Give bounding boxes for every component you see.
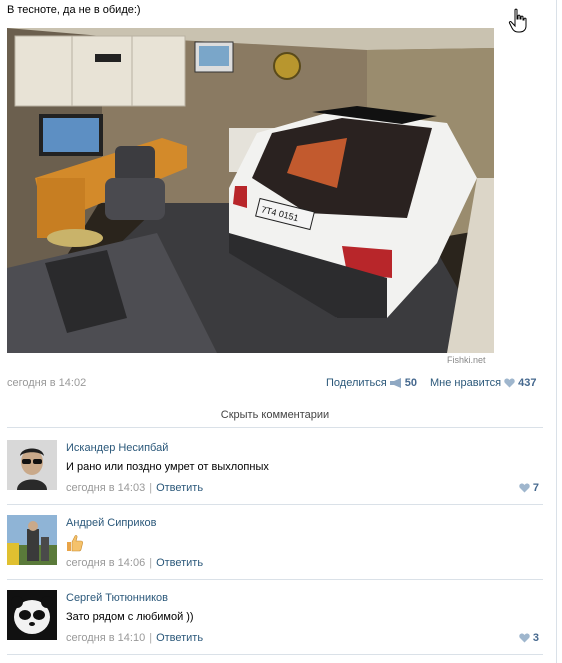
post-text: В тесноте, да не в обиде:) [7, 4, 141, 16]
comment-author[interactable]: Андрей Сиприков [66, 517, 156, 529]
comment-date[interactable]: сегодня в 14:10 [66, 632, 145, 644]
share-label: Поделиться [326, 377, 387, 389]
like-count: 437 [518, 377, 537, 389]
hide-comments-link[interactable]: Скрыть комментарии [7, 402, 543, 428]
thumbs-up-icon [67, 535, 83, 552]
heart-icon [519, 633, 530, 643]
comment-date[interactable]: сегодня в 14:03 [66, 482, 145, 494]
post-photo[interactable]: 7T4 0151 [7, 28, 494, 353]
reply-link[interactable]: Ответить [156, 482, 203, 494]
like-button[interactable]: Мне нравится 437 [430, 377, 536, 389]
comment-item: Сергей Тютюнников Зато рядом с любимой )… [7, 580, 543, 655]
comment-footer: сегодня в 14:06 | Ответить [66, 557, 204, 569]
comment-item: Искандер Несипбай И рано или поздно умре… [7, 430, 543, 505]
comment-like-button[interactable]: 7 [519, 482, 539, 494]
post-meta-row: сегодня в 14:02 Поделиться 50 Мне нравит… [7, 377, 543, 391]
comment-date[interactable]: сегодня в 14:06 [66, 557, 145, 569]
comment-footer: сегодня в 14:10 | Ответить [66, 632, 204, 644]
like-label: Мне нравится [430, 377, 502, 389]
heart-icon [504, 378, 515, 388]
photo-watermark: Fishki.net [447, 355, 486, 365]
reply-link[interactable]: Ответить [156, 632, 203, 644]
feed-right-border [556, 0, 557, 663]
post-date[interactable]: сегодня в 14:02 [7, 377, 86, 389]
avatar[interactable] [7, 440, 57, 490]
comment-author[interactable]: Искандер Несипбай [66, 442, 168, 454]
share-count: 50 [404, 377, 417, 389]
avatar[interactable] [7, 590, 57, 640]
heart-icon [519, 483, 530, 493]
hand-cursor-icon [508, 8, 527, 33]
comment-item: Андрей Сиприков сегодня в 14:06 | Ответить [7, 505, 543, 580]
comment-like-count: 3 [532, 632, 539, 644]
comment-text: Зато рядом с любимой )) [66, 611, 194, 623]
reply-link[interactable]: Ответить [156, 557, 203, 569]
comment-like-count: 7 [532, 482, 539, 494]
share-button[interactable]: Поделиться 50 [326, 377, 417, 389]
megaphone-icon [389, 378, 401, 388]
comment-author[interactable]: Сергей Тютюнников [66, 592, 168, 604]
comment-like-button[interactable]: 3 [519, 632, 539, 644]
comment-footer: сегодня в 14:03 | Ответить [66, 482, 204, 494]
avatar[interactable] [7, 515, 57, 565]
comment-text: И рано или поздно умрет от выхлопных [66, 461, 269, 473]
